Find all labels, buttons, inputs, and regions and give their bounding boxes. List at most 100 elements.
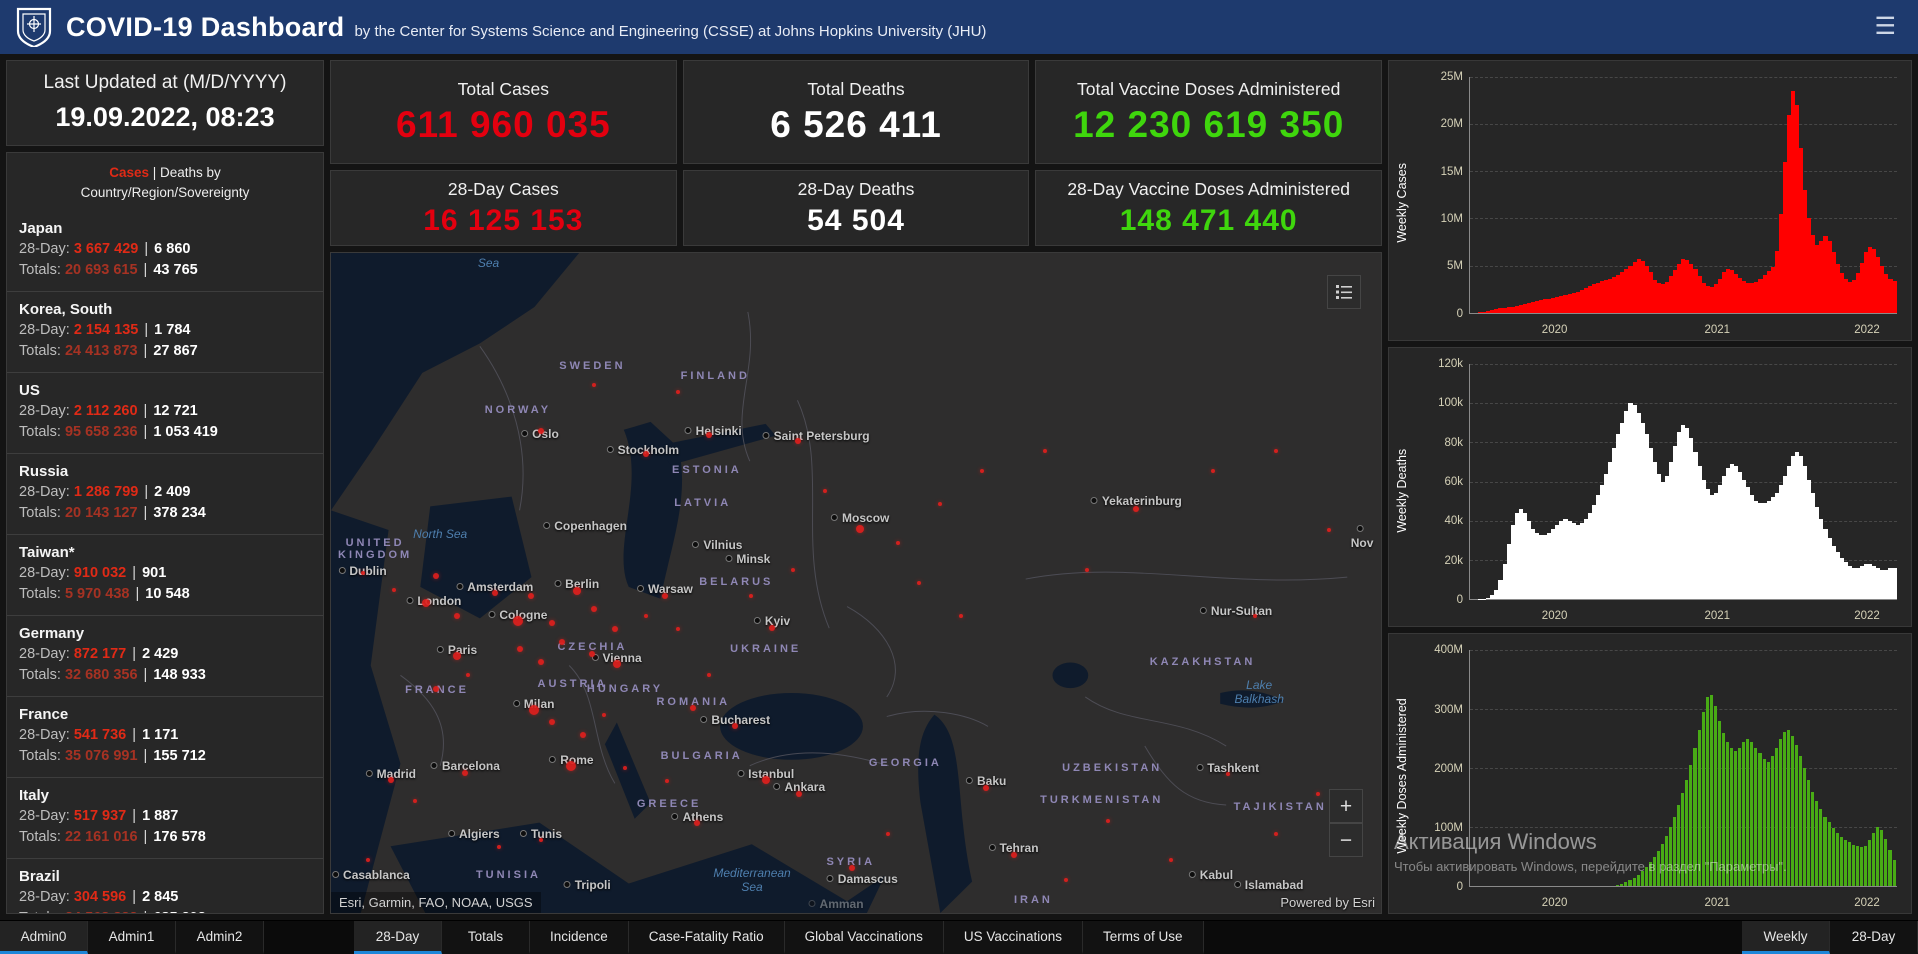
- tab-terms-of-use[interactable]: Terms of Use: [1082, 921, 1204, 954]
- case-cluster-dot[interactable]: [1316, 792, 1320, 797]
- case-cluster-dot[interactable]: [707, 673, 711, 678]
- case-cluster-dot[interactable]: [761, 776, 770, 785]
- case-cluster-dot[interactable]: [433, 685, 439, 692]
- country-row[interactable]: Germany 28-Day: 872 177 | 2 429 Totals: 32…: [7, 615, 323, 696]
- tab-28-day[interactable]: 28-Day: [354, 921, 442, 954]
- tab-us-vaccinations[interactable]: US Vaccinations: [943, 921, 1083, 954]
- case-cluster-dot[interactable]: [1326, 528, 1331, 533]
- case-cluster-dot[interactable]: [527, 593, 534, 600]
- case-cluster-dot[interactable]: [387, 777, 394, 784]
- tab-incidence[interactable]: Incidence: [530, 921, 629, 954]
- tab-weekly[interactable]: Weekly: [1742, 921, 1830, 954]
- tab-admin1[interactable]: Admin1: [88, 921, 176, 954]
- country-row[interactable]: Japan 28-Day: 3 667 429 | 6 860 Totals: 20…: [7, 211, 323, 291]
- chart-plot-area[interactable]: [1469, 77, 1897, 314]
- case-cluster-dot[interactable]: [512, 616, 523, 627]
- case-cluster-dot[interactable]: [465, 673, 470, 678]
- case-cluster-dot[interactable]: [856, 524, 865, 533]
- country-list[interactable]: Japan 28-Day: 3 667 429 | 6 860 Totals: 20…: [7, 211, 323, 913]
- case-cluster-dot[interactable]: [365, 858, 370, 863]
- case-cluster-dot[interactable]: [1085, 567, 1089, 572]
- case-cluster-dot[interactable]: [497, 845, 501, 849]
- case-cluster-dot[interactable]: [694, 820, 701, 827]
- map-legend-button[interactable]: [1327, 275, 1361, 309]
- case-cluster-dot[interactable]: [822, 488, 827, 493]
- case-cluster-dot[interactable]: [566, 761, 577, 772]
- case-cluster-dot[interactable]: [643, 451, 649, 458]
- case-cluster-dot[interactable]: [548, 718, 555, 725]
- case-cluster-dot[interactable]: [360, 571, 365, 576]
- case-cluster-dot[interactable]: [675, 627, 680, 632]
- case-cluster-dot[interactable]: [538, 428, 544, 435]
- case-cluster-dot[interactable]: [791, 567, 795, 572]
- case-cluster-dot[interactable]: [675, 389, 680, 394]
- case-cluster-dot[interactable]: [591, 383, 596, 387]
- case-cluster-dot[interactable]: [589, 650, 596, 657]
- case-cluster-dot[interactable]: [602, 713, 606, 717]
- case-cluster-dot[interactable]: [433, 573, 439, 580]
- case-cluster-dot[interactable]: [1133, 506, 1140, 513]
- case-cluster-dot[interactable]: [528, 705, 539, 716]
- hamburger-menu-icon[interactable]: ☰: [1868, 13, 1902, 41]
- tab-admin0[interactable]: Admin0: [0, 921, 88, 954]
- case-cluster-dot[interactable]: [580, 731, 586, 738]
- case-cluster-dot[interactable]: [1274, 831, 1278, 836]
- country-row[interactable]: France 28-Day: 541 736 | 1 171 Totals: 35 …: [7, 696, 323, 777]
- case-cluster-dot[interactable]: [795, 438, 802, 445]
- case-cluster-dot[interactable]: [749, 594, 753, 599]
- case-cluster-dot[interactable]: [706, 431, 712, 438]
- case-cluster-dot[interactable]: [539, 838, 543, 843]
- case-cluster-dot[interactable]: [590, 606, 597, 613]
- case-cluster-dot[interactable]: [611, 626, 618, 633]
- zoom-in-button[interactable]: +: [1329, 789, 1363, 823]
- case-cluster-dot[interactable]: [1106, 818, 1110, 823]
- case-cluster-dot[interactable]: [1225, 772, 1230, 777]
- world-map[interactable]: Sea SWEDEN NORWAY FINLAND Oslo Helsinki Saint …: [330, 252, 1382, 914]
- case-cluster-dot[interactable]: [491, 589, 498, 596]
- case-cluster-dot[interactable]: [848, 865, 855, 872]
- country-row[interactable]: Italy 28-Day: 517 937 | 1 887 Totals: 22 1…: [7, 777, 323, 858]
- tab-global-vaccinations[interactable]: Global Vaccinations: [784, 921, 944, 954]
- case-cluster-dot[interactable]: [1211, 468, 1215, 473]
- case-cluster-dot[interactable]: [644, 614, 648, 618]
- case-cluster-dot[interactable]: [1043, 449, 1047, 453]
- case-cluster-dot[interactable]: [885, 831, 890, 836]
- case-cluster-dot[interactable]: [938, 501, 942, 506]
- country-row[interactable]: Russia 28-Day: 1 286 799 | 2 409 Totals: 2…: [7, 453, 323, 534]
- case-cluster-dot[interactable]: [959, 614, 963, 618]
- case-cluster-dot[interactable]: [665, 779, 669, 783]
- tab-case-fatality-ratio[interactable]: Case-Fatality Ratio: [628, 921, 785, 954]
- country-row[interactable]: Korea, South 28-Day: 2 154 135 | 1 784 Tot…: [7, 291, 323, 372]
- case-cluster-dot[interactable]: [413, 798, 417, 803]
- case-cluster-dot[interactable]: [392, 587, 396, 592]
- case-cluster-dot[interactable]: [454, 613, 460, 619]
- case-cluster-dot[interactable]: [1169, 858, 1173, 863]
- case-cluster-dot[interactable]: [421, 598, 430, 607]
- case-cluster-dot[interactable]: [796, 791, 803, 798]
- case-cluster-dot[interactable]: [612, 660, 621, 669]
- case-cluster-dot[interactable]: [623, 765, 627, 770]
- case-cluster-dot[interactable]: [1010, 851, 1017, 858]
- case-cluster-dot[interactable]: [690, 705, 697, 712]
- case-cluster-dot[interactable]: [983, 784, 990, 791]
- case-cluster-dot[interactable]: [980, 468, 984, 473]
- case-cluster-dot[interactable]: [1253, 614, 1257, 618]
- case-cluster-dot[interactable]: [1064, 878, 1068, 882]
- zoom-out-button[interactable]: −: [1329, 823, 1363, 857]
- chart-plot-area[interactable]: [1469, 650, 1897, 888]
- case-cluster-dot[interactable]: [572, 586, 581, 595]
- case-cluster-dot[interactable]: [896, 541, 900, 546]
- case-cluster-dot[interactable]: [453, 652, 461, 661]
- case-cluster-dot[interactable]: [917, 581, 921, 585]
- tab-28-day[interactable]: 28-Day: [1830, 921, 1918, 954]
- tab-admin2[interactable]: Admin2: [176, 921, 264, 954]
- case-cluster-dot[interactable]: [517, 646, 523, 652]
- case-cluster-dot[interactable]: [462, 770, 469, 777]
- tab-totals[interactable]: Totals: [442, 921, 530, 954]
- country-row[interactable]: US 28-Day: 2 112 260 | 12 721 Totals: 95 6…: [7, 372, 323, 453]
- case-cluster-dot[interactable]: [538, 659, 544, 666]
- case-cluster-dot[interactable]: [769, 624, 775, 631]
- country-row[interactable]: Brazil 28-Day: 304 596 | 2 845 Totals: 34 …: [7, 858, 323, 913]
- case-cluster-dot[interactable]: [548, 619, 555, 626]
- case-cluster-dot[interactable]: [559, 639, 565, 646]
